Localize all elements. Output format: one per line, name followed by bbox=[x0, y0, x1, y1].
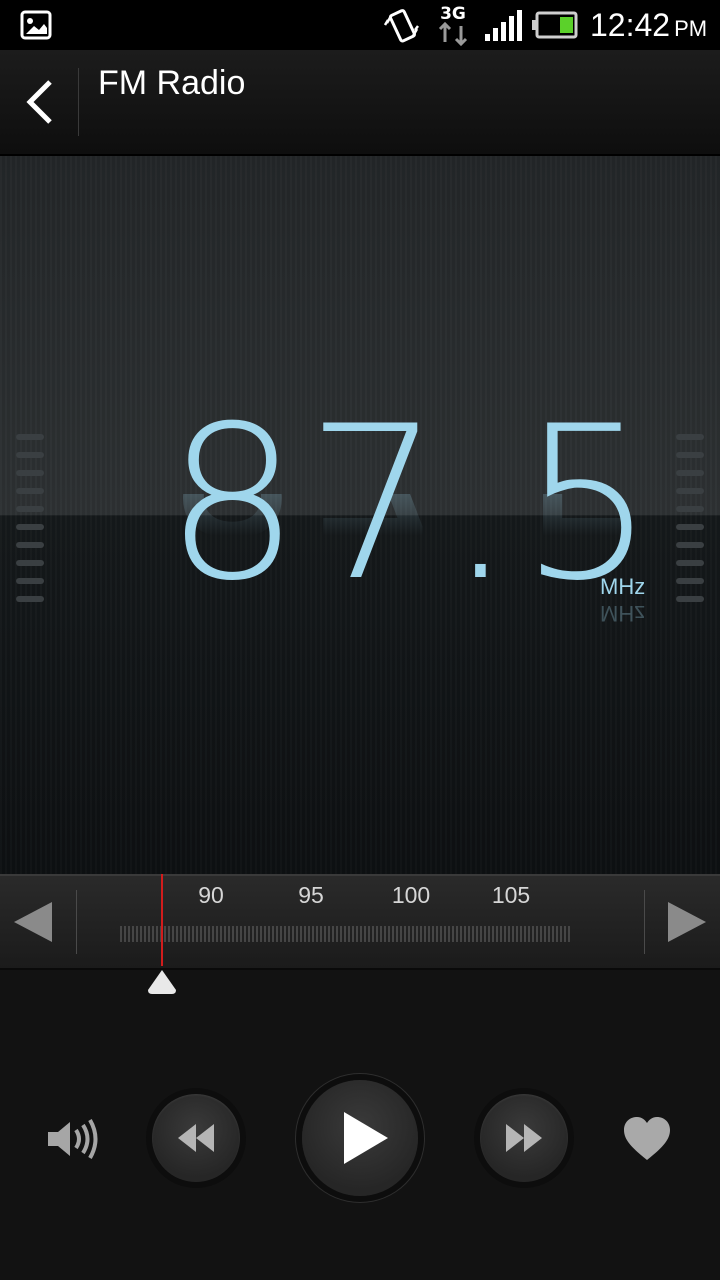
heart-icon bbox=[624, 1117, 670, 1160]
tune-up-button[interactable] bbox=[644, 876, 720, 968]
title-bar: FM Radio bbox=[0, 50, 720, 156]
frequency-unit: MHz bbox=[600, 574, 646, 599]
network-type-label: 3G bbox=[440, 4, 466, 24]
tuner-bar: 90 95 100 105 bbox=[0, 874, 720, 970]
previous-station-button[interactable] bbox=[152, 1094, 240, 1182]
battery-icon bbox=[532, 11, 578, 39]
playback-controls bbox=[0, 1070, 720, 1210]
tuner-label-95: 95 bbox=[298, 882, 324, 908]
status-time: 12:42 PM bbox=[590, 4, 707, 46]
clock-time: 12:42 bbox=[590, 7, 671, 43]
next-station-button[interactable] bbox=[480, 1094, 568, 1182]
rewind-icon bbox=[178, 1124, 214, 1152]
signal-icon bbox=[485, 10, 522, 41]
tuner-label-105: 105 bbox=[491, 882, 531, 908]
tuner-pointer-icon[interactable] bbox=[146, 968, 178, 996]
tune-left-arrow-icon bbox=[14, 902, 52, 942]
tune-right-arrow-icon bbox=[668, 902, 706, 942]
tuner-needle bbox=[161, 874, 163, 966]
back-button[interactable] bbox=[0, 50, 78, 154]
frequency-display: 87.5 87.5 MHz MHz bbox=[0, 156, 720, 874]
fast-forward-icon bbox=[506, 1124, 542, 1152]
clock-ampm: PM bbox=[674, 16, 708, 41]
play-button[interactable] bbox=[302, 1080, 418, 1196]
tuner-label-90: 90 bbox=[198, 882, 224, 908]
title-divider bbox=[78, 68, 79, 136]
tune-down-button[interactable] bbox=[0, 876, 76, 968]
page-title: FM Radio bbox=[98, 64, 246, 102]
status-bar: 3G 12:42 PM bbox=[0, 0, 720, 50]
play-icon bbox=[344, 1112, 388, 1164]
gallery-notification-icon bbox=[20, 10, 52, 40]
speaker-icon bbox=[48, 1118, 98, 1160]
frequency-unit-reflection: MHz bbox=[600, 601, 646, 626]
frequency-reflection: 87.5 bbox=[165, 494, 661, 554]
tuner-label-100: 100 bbox=[391, 882, 431, 908]
back-chevron-icon bbox=[26, 80, 52, 124]
favorite-button[interactable] bbox=[620, 1114, 674, 1164]
vibrate-icon bbox=[383, 9, 419, 43]
volume-button[interactable] bbox=[44, 1114, 100, 1164]
3g-data-icon: 3G bbox=[438, 4, 468, 47]
